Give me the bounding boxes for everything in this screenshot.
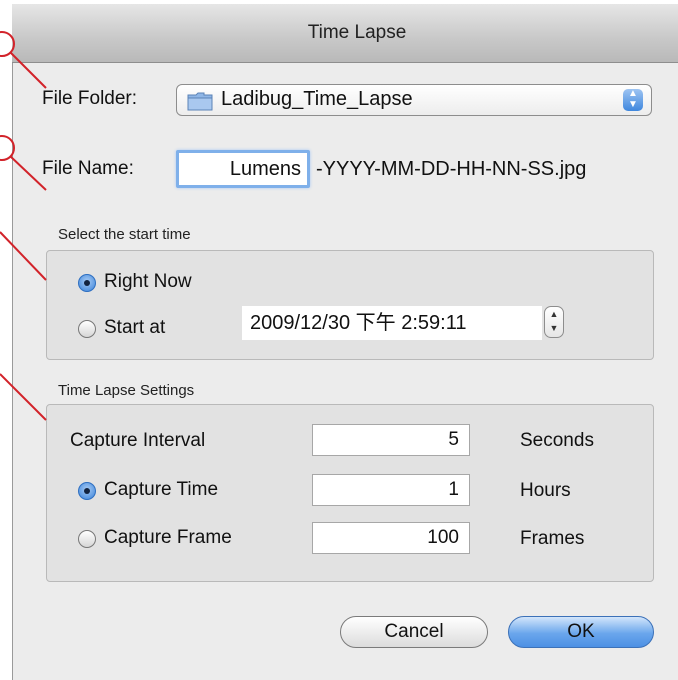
callout-line-1 xyxy=(9,51,47,89)
callout-circle-2 xyxy=(0,135,15,161)
callout-line-3 xyxy=(0,231,47,281)
callout-line-2 xyxy=(9,155,47,191)
annotation-overlay xyxy=(0,31,47,421)
callout-circle-1 xyxy=(0,31,15,57)
callout-line-4 xyxy=(0,373,47,421)
